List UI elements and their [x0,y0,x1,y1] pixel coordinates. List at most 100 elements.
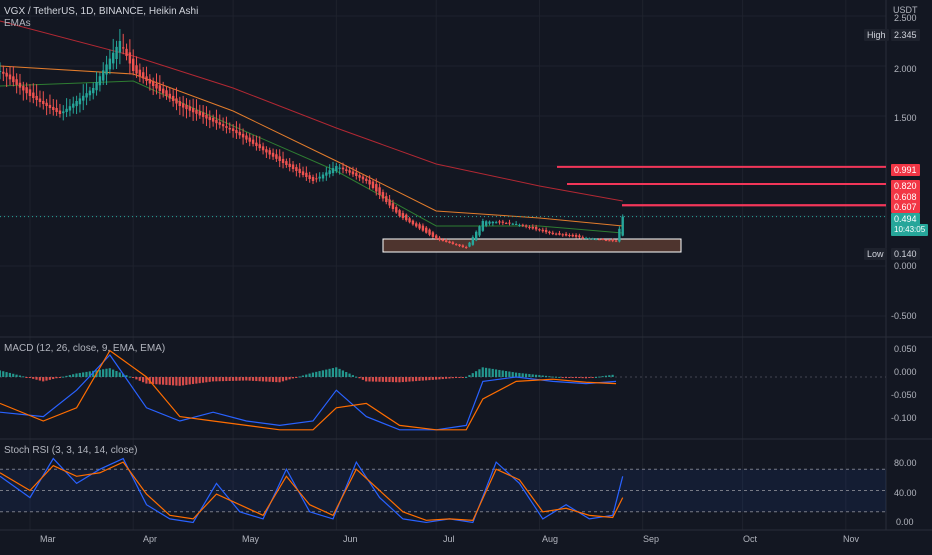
candle-body [328,170,331,175]
candle-body [421,225,425,231]
ema-indicator-label: EMAs [4,18,31,29]
candle-body [28,89,32,96]
macd-histogram-bar [481,367,484,377]
candle-body [578,235,581,238]
level-tag-0991: 0.991 [891,164,920,176]
candle-body [95,82,98,91]
macd-histogram-bar [461,377,464,378]
candle-body [358,175,361,178]
macd-histogram-bar [425,377,428,381]
macd-histogram-bar [398,377,401,383]
candle-body [225,126,228,128]
macd-histogram-bar [478,369,481,377]
low-value-tag: 0.140 [891,248,920,260]
candle-body [98,76,102,86]
candle-body [588,238,591,240]
macd-histogram-bar [281,377,285,382]
macd-histogram-bar [474,371,478,377]
candle-body [92,88,95,94]
macd-histogram-bar [341,370,344,377]
macd-histogram-bar [564,377,568,378]
macd-histogram-bar [591,377,594,378]
macd-histogram-bar [42,377,45,382]
candle-body [451,242,455,244]
macd-histogram-bar [25,377,28,378]
high-label-tag: High [864,29,889,41]
chart-title: VGX / TetherUS, 1D, BINANCE, Heikin Ashi [4,6,199,17]
chart-canvas[interactable] [0,0,932,550]
macd-histogram-bar [358,377,361,379]
candle-body [0,71,2,72]
macd-histogram-bar [38,377,41,381]
macd-histogram-bar [538,375,541,377]
candle-body [441,239,445,241]
macd-histogram-bar [375,377,378,382]
macd-histogram-bar [435,377,438,380]
candle-body [601,238,604,240]
macd-histogram-bar [521,373,524,377]
macd-histogram-bar [504,371,508,377]
candle-body [251,139,255,144]
candle-body [388,199,391,206]
macd-histogram-bar [441,377,444,380]
macd-histogram-bar [35,377,38,380]
candle-body [62,111,65,114]
rsi-tick: 40.00 [894,488,917,498]
candle-body [38,98,42,102]
candle-body [281,158,285,163]
macd-histogram-bar [112,369,115,377]
candle-body [271,152,275,157]
candle-body [52,106,55,110]
candle-body [385,196,388,202]
macd-histogram-bar [221,377,225,382]
candle-body [42,100,45,104]
macd-histogram-bar [241,377,245,381]
macd-histogram-bar [251,377,255,381]
macd-histogram-bar [52,377,55,380]
macd-histogram-bar [158,377,161,385]
candle-body [72,103,75,108]
candle-body [45,102,48,106]
macd-histogram-bar [235,377,238,381]
macd-histogram-bar [348,373,351,377]
macd-histogram-bar [278,377,281,383]
candle-body [544,229,548,233]
macd-histogram-bar [231,377,235,381]
macd-histogram-bar [285,377,288,381]
candle-body [12,76,15,83]
candle-body [335,166,338,172]
macd-histogram-bar [138,377,141,381]
macd-histogram-bar [238,377,241,381]
candle-body [128,52,132,64]
macd-histogram-bar [448,377,451,379]
rsi-tick: 0.00 [896,517,914,527]
macd-histogram-bar [601,376,604,378]
candle-body [218,122,221,125]
macd-histogram-bar [491,368,494,377]
macd-histogram-bar [431,377,434,380]
candle-body [158,85,162,91]
macd-histogram-bar [161,377,165,385]
macd-histogram-bar [28,377,31,379]
macd-histogram-bar [195,377,198,384]
macd-histogram-bar [388,377,391,383]
candle-body [8,74,12,80]
countdown-tag: 10:43:05 [891,224,929,236]
time-tick-sep: Sep [643,534,660,544]
candle-body [102,70,105,81]
candle-body [568,235,571,237]
candle-body [488,221,491,224]
price-tick: -0.500 [891,311,917,321]
candle-body [518,224,521,226]
macd-histogram-bar [48,377,51,380]
macd-histogram-bar [291,377,295,379]
macd-histogram-bar [408,377,411,382]
candle-body [108,58,112,70]
macd-histogram-bar [541,375,544,377]
macd-histogram-bar [208,377,211,382]
candle-body [75,101,78,107]
macd-tick: 0.050 [894,344,917,354]
candle-body [371,181,375,188]
candle-body [288,163,291,167]
macd-histogram-bar [265,377,268,382]
